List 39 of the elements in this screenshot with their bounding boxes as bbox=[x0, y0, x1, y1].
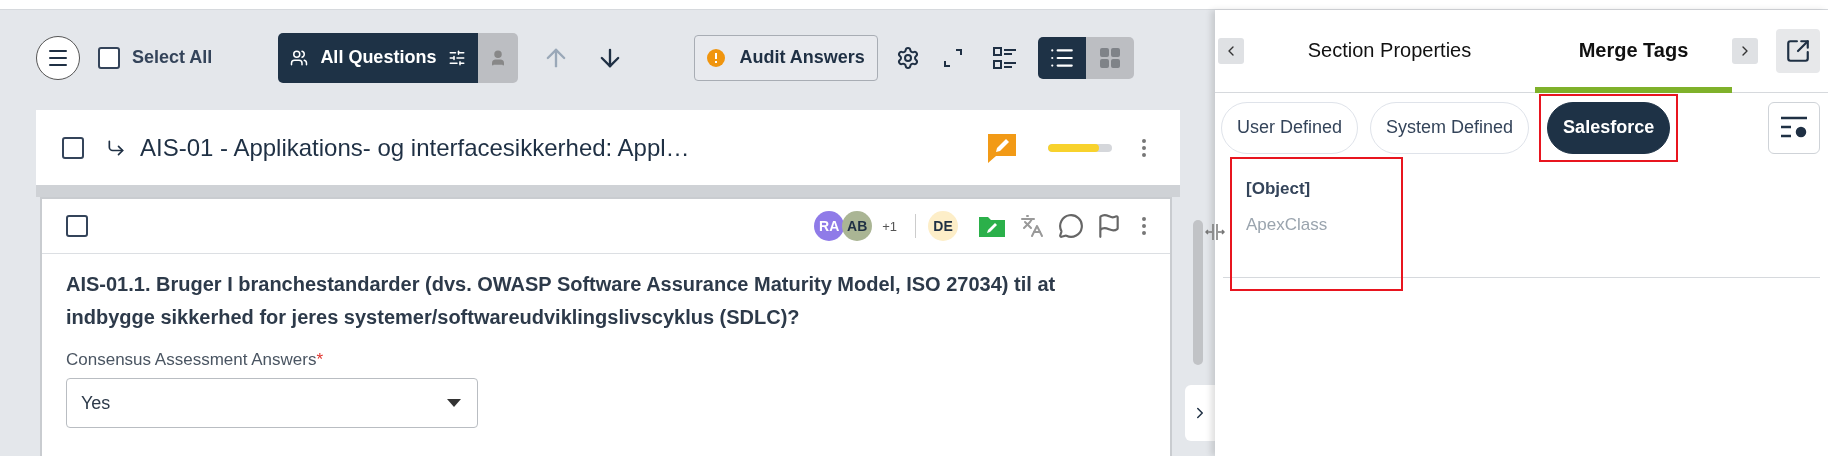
answer-select[interactable]: Yes bbox=[66, 378, 478, 428]
scrollbar[interactable] bbox=[1192, 220, 1203, 365]
question-text: AIS-01.1. Bruger I branchestandarder (dvs. OWASP Software Assurance Maturity Model, ISO 27034) til at indbygge sikkerhed for jeres systemer/softwareudviklingslivscyklus (SDLC)? bbox=[66, 272, 1057, 330]
progress-bar bbox=[1048, 143, 1112, 152]
list-view-button[interactable] bbox=[1037, 36, 1086, 79]
user-filter-button[interactable] bbox=[478, 32, 519, 83]
tag-group-name: [Object] bbox=[1246, 179, 1312, 199]
caret-icon bbox=[447, 399, 461, 407]
more-assignees-count[interactable]: +1 bbox=[882, 218, 897, 234]
field-label: Consensus Assessment Answers* bbox=[66, 350, 325, 370]
merge-tag-filter-pill[interactable]: Salesforce bbox=[1547, 101, 1671, 154]
people-icon bbox=[290, 48, 309, 67]
merge-tag-filter-pill[interactable]: System Defined bbox=[1370, 101, 1530, 154]
flag-icon[interactable] bbox=[1096, 213, 1122, 239]
section-title: AIS-01 - Applikations- og interfacesikkerhed: Appl… bbox=[140, 133, 690, 162]
select-all-label: Select All bbox=[132, 47, 213, 68]
expand-icon[interactable] bbox=[941, 46, 964, 69]
checklist-icon[interactable] bbox=[991, 45, 1018, 70]
merge-tag-filter-pill[interactable]: User Defined bbox=[1221, 101, 1359, 154]
select-all-checkbox[interactable] bbox=[98, 46, 120, 69]
folder-edit-icon[interactable] bbox=[978, 214, 1006, 238]
panel-tab[interactable]: Section Properties bbox=[1246, 9, 1533, 93]
warning-icon bbox=[707, 48, 726, 67]
open-external-button[interactable] bbox=[1776, 29, 1820, 73]
settings-icon[interactable] bbox=[895, 45, 920, 70]
external-link-icon bbox=[1785, 38, 1811, 64]
sliders-icon bbox=[448, 48, 467, 67]
audit-answers-button[interactable]: Audit Answers bbox=[694, 34, 878, 81]
assignee-avatar[interactable]: AB bbox=[842, 211, 873, 241]
comment-icon[interactable] bbox=[1058, 213, 1084, 239]
menu-button[interactable] bbox=[36, 35, 80, 80]
filter-settings-button[interactable] bbox=[1768, 101, 1820, 154]
translate-icon[interactable] bbox=[1020, 214, 1044, 238]
question-checkbox[interactable] bbox=[66, 215, 88, 237]
all-questions-filter-button[interactable]: All Questions bbox=[278, 32, 479, 83]
resize-handle-icon[interactable] bbox=[1205, 222, 1225, 242]
reviewer-avatar[interactable]: DE bbox=[928, 211, 958, 241]
section-checkbox[interactable] bbox=[62, 136, 84, 159]
grid-icon bbox=[1097, 45, 1122, 70]
